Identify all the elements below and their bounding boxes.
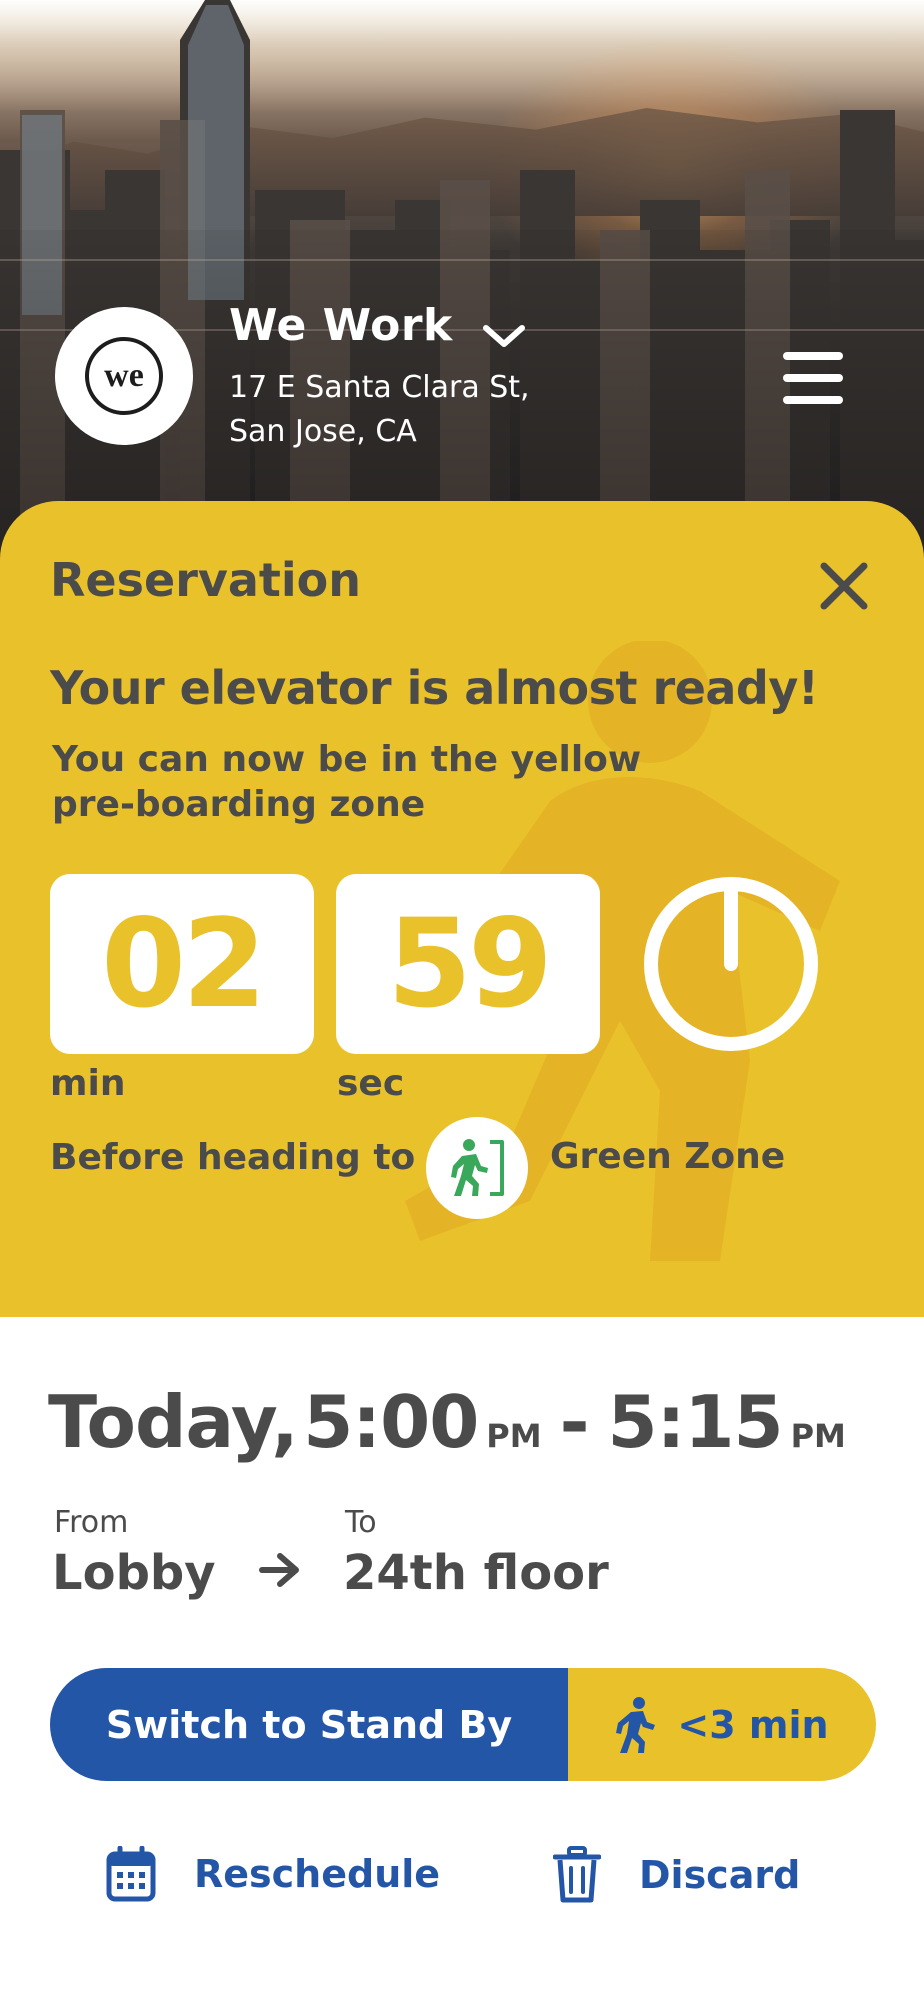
eta-label: <3 min xyxy=(677,1702,829,1747)
to-value: 24th floor xyxy=(343,1545,609,1601)
countdown-seconds: 59 xyxy=(336,874,600,1054)
walking-person-icon xyxy=(616,1696,656,1753)
arrow-right-icon xyxy=(259,1553,299,1587)
to-label: To xyxy=(345,1505,377,1540)
reservation-panel: Reservation Your elevator is almost read… xyxy=(0,501,924,1317)
minutes-unit-label: min xyxy=(50,1063,126,1104)
status-subline: You can now be in the yellow pre-boardin… xyxy=(52,739,642,825)
trip-end-ampm: PM xyxy=(790,1417,846,1455)
close-icon[interactable] xyxy=(818,560,870,612)
timer-icon xyxy=(644,877,818,1051)
reschedule-button[interactable]: Reschedule xyxy=(106,1846,440,1902)
brand-logo: we xyxy=(55,307,193,445)
trip-day: Today, xyxy=(48,1380,299,1464)
trip-start-time: 5:00 xyxy=(303,1380,479,1464)
from-label: From xyxy=(54,1505,129,1540)
reschedule-label: Reschedule xyxy=(194,1852,441,1896)
trip-time-range: Today, 5:00 PM -5:15 PM xyxy=(48,1380,864,1464)
header-hero-image xyxy=(0,0,924,560)
hamburger-menu-icon[interactable] xyxy=(780,349,846,407)
location-title[interactable]: We Work xyxy=(229,300,453,351)
trip-start-ampm: PM xyxy=(486,1417,542,1455)
switch-to-standby-button[interactable]: Switch to Stand By xyxy=(50,1668,568,1781)
chevron-down-icon[interactable] xyxy=(481,322,527,352)
address-line-2: San Jose, CA xyxy=(229,414,417,449)
seconds-unit-label: sec xyxy=(337,1063,405,1104)
standby-pill: Switch to Stand By <3 min xyxy=(50,1668,876,1781)
from-value: Lobby xyxy=(52,1545,216,1601)
discard-label: Discard xyxy=(639,1853,801,1897)
discard-button[interactable]: Discard xyxy=(553,1846,800,1904)
panel-title: Reservation xyxy=(50,553,362,607)
before-heading-label: Before heading to xyxy=(50,1137,416,1178)
trip-time-separator: - xyxy=(559,1380,590,1464)
trash-icon xyxy=(553,1846,601,1903)
logo-mark: we xyxy=(85,337,163,415)
green-zone-exit-icon xyxy=(426,1117,528,1219)
address-line-1: 17 E Santa Clara St, xyxy=(229,370,530,405)
countdown-minutes: 02 xyxy=(50,874,314,1054)
location-address: 17 E Santa Clara St, San Jose, CA xyxy=(229,366,589,454)
standby-label: Switch to Stand By xyxy=(105,1702,513,1747)
status-headline: Your elevator is almost ready! xyxy=(50,661,819,715)
standby-eta: <3 min xyxy=(568,1668,876,1781)
exit-person-icon xyxy=(451,1139,504,1196)
calendar-icon xyxy=(106,1846,156,1902)
trip-end-time: 5:15 xyxy=(607,1380,783,1464)
zone-name: Green Zone xyxy=(550,1136,786,1177)
